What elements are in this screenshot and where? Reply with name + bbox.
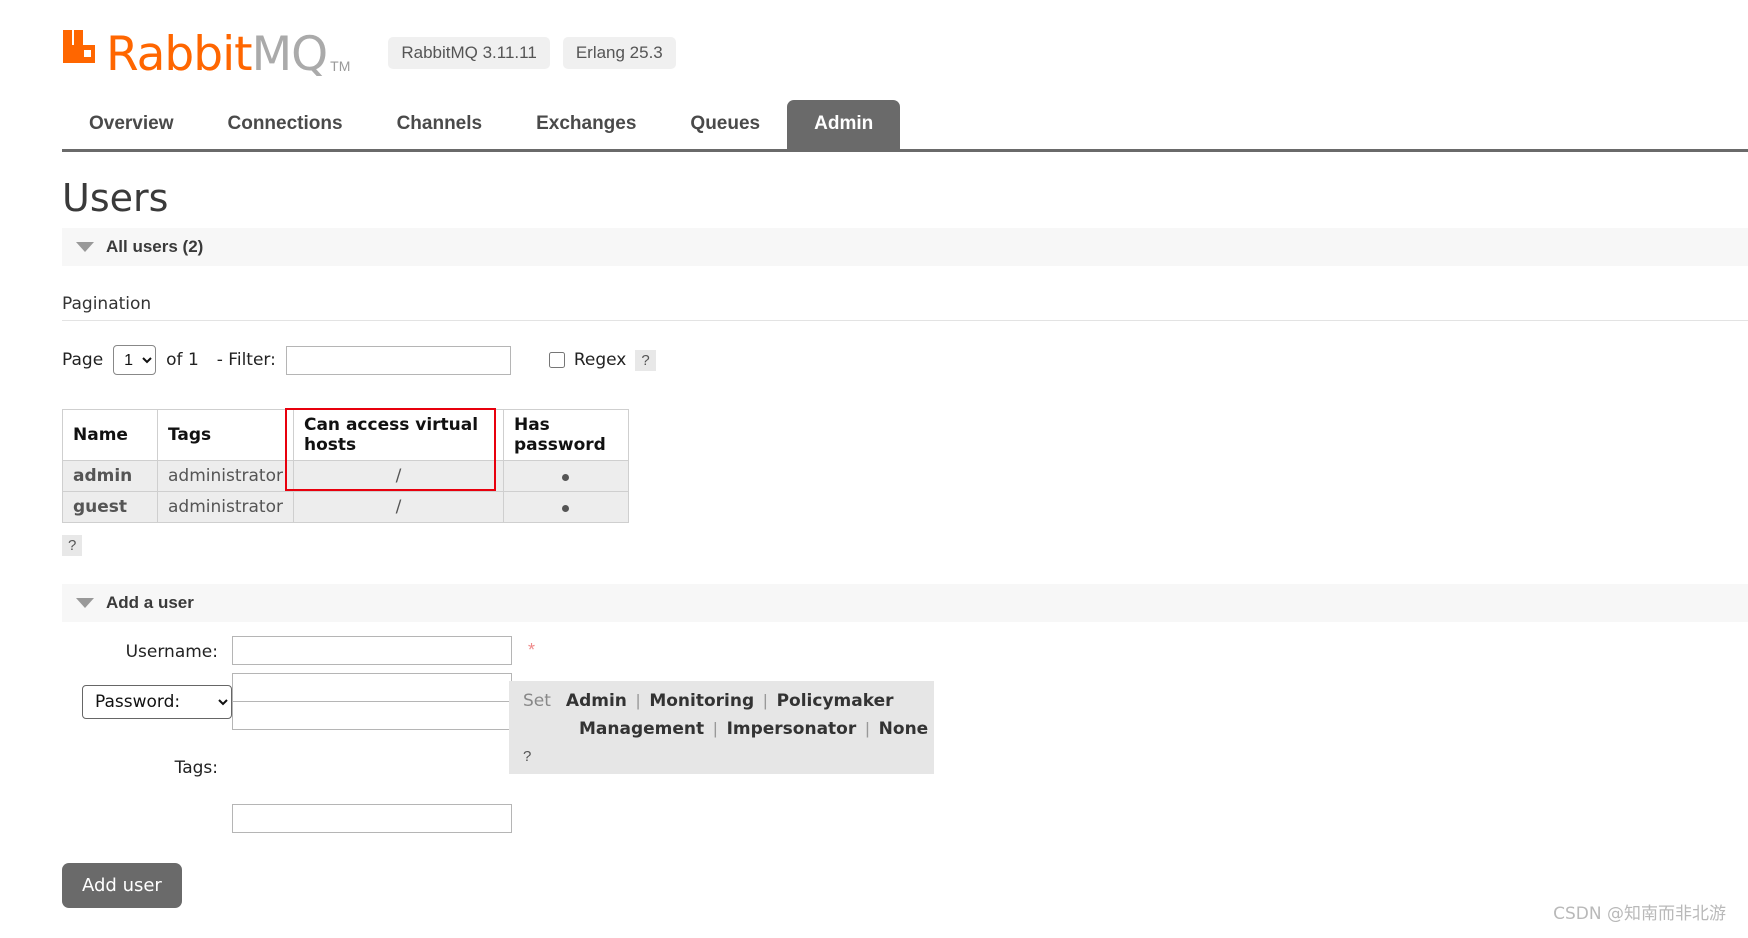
rabbitmq-management-page: Rabbit MQ TM RabbitMQ 3.11.11 Erlang 25.3… xyxy=(0,0,1748,938)
page-title: Users xyxy=(62,176,169,220)
tag-link-none[interactable]: None xyxy=(879,719,929,739)
table-header-row: Name Tags Can access virtual hosts Has p… xyxy=(62,409,629,461)
has-password-dot-icon xyxy=(562,474,570,481)
tab-overview[interactable]: Overview xyxy=(62,100,201,149)
regex-help-icon[interactable]: ? xyxy=(635,349,656,371)
cell-user-name[interactable]: admin xyxy=(62,460,158,492)
column-header-name[interactable]: Name xyxy=(62,409,158,461)
tag-separator: | xyxy=(713,719,718,738)
regex-checkbox[interactable] xyxy=(548,352,565,368)
add-user-label: Add a user xyxy=(106,593,194,612)
filter-input[interactable] xyxy=(285,345,511,375)
logo-text-rabbit: Rabbit xyxy=(106,27,253,82)
erlang-version-badge: Erlang 25.3 xyxy=(562,37,676,69)
add-user-button[interactable]: Add user xyxy=(62,863,182,908)
tag-separator: | xyxy=(635,691,641,710)
username-required-mark: * xyxy=(528,640,536,660)
column-header-can-access-virtual-hosts[interactable]: Can access virtual hosts xyxy=(292,409,504,461)
all-users-label: All users (2) xyxy=(106,237,204,256)
tags-set-label: Set xyxy=(523,691,551,711)
username-label: Username: xyxy=(125,642,218,662)
tab-admin[interactable]: Admin xyxy=(787,100,901,149)
tag-link-monitoring[interactable]: Monitoring xyxy=(649,691,754,711)
column-header-has-password[interactable]: Has password xyxy=(502,409,629,461)
cell-user-tags: administrator xyxy=(157,460,294,492)
all-users-section-header[interactable]: All users (2) xyxy=(62,228,1748,266)
tags-help-icon[interactable]: ? xyxy=(523,748,531,765)
cell-user-vhosts: / xyxy=(292,491,504,523)
logo-trademark: TM xyxy=(330,58,351,74)
regex-label: Regex xyxy=(573,350,627,370)
pagination-label: Pagination xyxy=(62,294,152,314)
users-table-help-row: ? xyxy=(62,535,682,556)
add-user-section-header[interactable]: Add a user xyxy=(62,584,1748,622)
version-badges: RabbitMQ 3.11.11 Erlang 25.3 xyxy=(388,37,676,69)
pagination-controls: Page 1 of 1 - Filter: Regex ? xyxy=(62,345,1748,375)
pagination-divider xyxy=(62,320,1748,321)
table-row[interactable]: guest administrator / xyxy=(62,491,629,523)
cell-user-has-password xyxy=(502,491,629,523)
tags-label: Tags: xyxy=(174,758,218,778)
collapse-triangle-icon[interactable] xyxy=(76,598,94,608)
filter-label: - Filter: xyxy=(216,350,276,370)
logo-text-mq: MQ xyxy=(251,27,329,82)
username-row: Username: * xyxy=(62,636,1748,665)
cell-user-name[interactable]: guest xyxy=(62,491,158,523)
cell-user-has-password xyxy=(502,460,629,492)
cell-user-tags: administrator xyxy=(157,491,294,523)
tags-input[interactable] xyxy=(232,804,512,833)
tag-link-management[interactable]: Management xyxy=(579,719,704,739)
users-table-wrapper: Name Tags Can access virtual hosts Has p… xyxy=(62,408,682,556)
has-password-dot-icon xyxy=(562,505,570,512)
tab-queues[interactable]: Queues xyxy=(663,100,787,149)
password-confirm-input[interactable] xyxy=(232,701,512,730)
main-navigation: Overview Connections Channels Exchanges … xyxy=(62,100,1748,152)
password-type-select[interactable]: Password: No password xyxy=(82,684,232,719)
page-header: Rabbit MQ TM RabbitMQ 3.11.11 Erlang 25.3 xyxy=(0,0,1748,78)
users-table-help-icon[interactable]: ? xyxy=(62,535,83,556)
tags-suggestions-box: Set Admin | Monitoring | Policymaker Man… xyxy=(509,681,934,774)
rabbit-logo-icon xyxy=(62,26,102,71)
password-input[interactable] xyxy=(232,673,512,702)
watermark-text: CSDN @知南而非北游 xyxy=(1553,904,1726,924)
tag-link-admin[interactable]: Admin xyxy=(566,691,627,711)
tab-connections[interactable]: Connections xyxy=(201,100,370,149)
username-input[interactable] xyxy=(232,636,512,665)
of-pages-label: of 1 xyxy=(166,350,199,370)
rabbitmq-logo[interactable]: Rabbit MQ TM xyxy=(62,26,350,78)
tab-exchanges[interactable]: Exchanges xyxy=(509,100,663,149)
page-select[interactable]: 1 xyxy=(113,345,157,375)
tag-separator: | xyxy=(763,691,768,710)
tab-channels[interactable]: Channels xyxy=(370,100,510,149)
column-header-tags[interactable]: Tags xyxy=(157,409,294,461)
rabbitmq-version-badge: RabbitMQ 3.11.11 xyxy=(388,37,550,69)
tag-link-policymaker[interactable]: Policymaker xyxy=(777,691,894,711)
tag-link-impersonator[interactable]: Impersonator xyxy=(727,719,857,739)
cell-user-vhosts: / xyxy=(292,460,504,492)
main-content: Users All users (2) Pagination Page 1 of… xyxy=(0,176,1748,908)
tag-separator: | xyxy=(865,719,870,738)
collapse-triangle-icon[interactable] xyxy=(76,242,94,252)
table-row[interactable]: admin administrator / xyxy=(62,460,629,492)
users-table: Name Tags Can access virtual hosts Has p… xyxy=(62,409,629,523)
page-word-label: Page xyxy=(62,350,104,370)
